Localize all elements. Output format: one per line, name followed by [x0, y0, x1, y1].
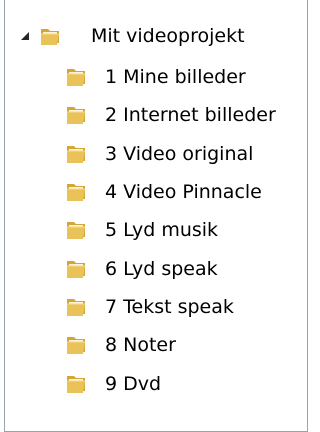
tree-node-label[interactable]: 9 Dvd — [105, 373, 161, 395]
tree-node-child[interactable]: 7 Tekst speak — [5, 288, 307, 326]
tree-node-label[interactable]: 1 Mine billeder — [105, 66, 246, 88]
tree-node-child[interactable]: 9 Dvd — [5, 364, 307, 402]
tree-node-child[interactable]: 1 Mine billeder — [5, 58, 307, 96]
tree-node-label[interactable]: 8 Noter — [105, 334, 176, 356]
tree-node-child[interactable]: 4 Video Pinnacle — [5, 173, 307, 211]
tree-node-root[interactable]: Mit videoprojekt — [5, 14, 307, 58]
folder-icon — [67, 375, 85, 393]
tree-node-label[interactable]: 6 Lyd speak — [105, 258, 218, 280]
tree-node-child[interactable]: 5 Lyd musik — [5, 211, 307, 249]
expanded-arrow-icon[interactable] — [21, 32, 29, 40]
folder-icon — [67, 69, 85, 87]
folder-icon — [41, 29, 59, 45]
tree-node-label[interactable]: 7 Tekst speak — [105, 296, 234, 318]
folder-icon — [67, 298, 85, 316]
tree-node-child[interactable]: 6 Lyd speak — [5, 249, 307, 287]
tree-node-label[interactable]: 4 Video Pinnacle — [105, 181, 262, 203]
tree-node-label[interactable]: 3 Video original — [105, 143, 253, 165]
folder-icon — [67, 260, 85, 278]
tree-node-child[interactable]: 8 Noter — [5, 326, 307, 364]
folder-icon — [67, 222, 85, 240]
folder-icon — [67, 184, 85, 202]
folder-tree: Mit videoprojekt 1 Mine billeder 2 Inter… — [5, 14, 307, 403]
tree-node-label[interactable]: 2 Internet billeder — [105, 104, 276, 126]
tree-node-child[interactable]: 3 Video original — [5, 135, 307, 173]
folder-icon — [67, 145, 85, 163]
folder-tree-panel: Mit videoprojekt 1 Mine billeder 2 Inter… — [4, 0, 308, 432]
tree-node-label[interactable]: Mit videoprojekt — [91, 25, 245, 47]
tree-node-label[interactable]: 5 Lyd musik — [105, 219, 218, 241]
folder-icon — [67, 337, 85, 355]
folder-icon — [67, 107, 85, 125]
tree-node-child[interactable]: 2 Internet billeder — [5, 96, 307, 134]
